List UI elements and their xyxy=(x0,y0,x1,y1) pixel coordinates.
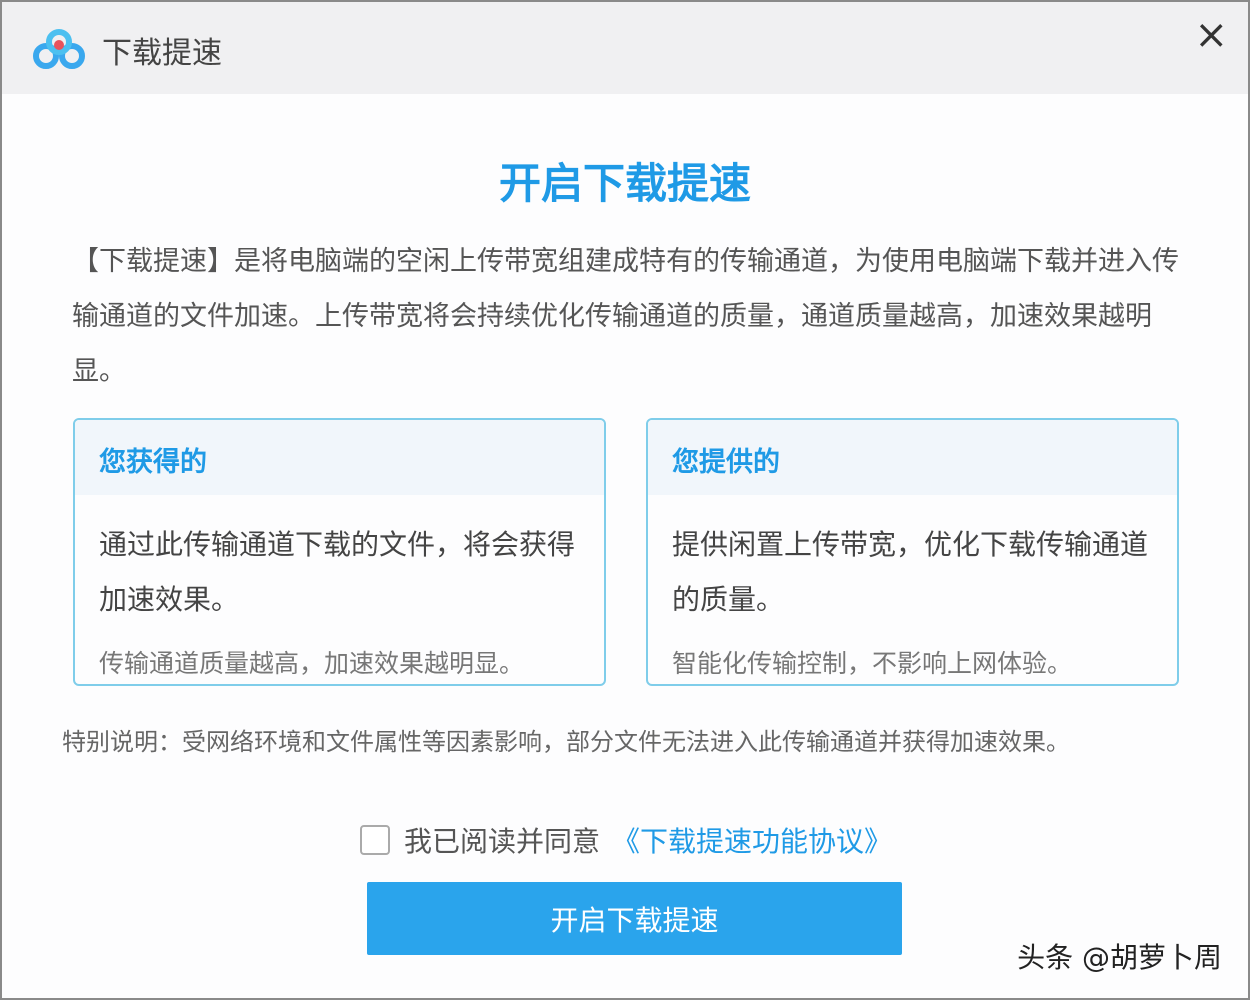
title-bar: 下载提速 × xyxy=(2,2,1248,94)
card-title: 您提供的 xyxy=(648,420,1177,495)
window-title: 下载提速 xyxy=(102,28,222,72)
card-you-get: 您获得的 通过此传输通道下载的文件，将会获得加速效果。 传输通道质量越高，加速效… xyxy=(73,418,606,686)
watermark: 头条 @胡萝卜周 xyxy=(1017,936,1222,976)
card-body: 提供闲置上传带宽，优化下载传输通道的质量。 xyxy=(648,495,1177,627)
baidu-netdisk-logo-icon xyxy=(32,28,86,70)
special-note: 特别说明：受网络环境和文件属性等因素影响，部分文件无法进入此传输通道并获得加速效… xyxy=(62,722,1070,757)
card-body: 通过此传输通道下载的文件，将会获得加速效果。 xyxy=(75,495,604,627)
agreement-link[interactable]: 《下载提速功能协议》 xyxy=(612,820,892,860)
card-you-provide: 您提供的 提供闲置上传带宽，优化下载传输通道的质量。 智能化传输控制，不影响上网… xyxy=(646,418,1179,686)
agreement-row: 我已阅读并同意 《下载提速功能协议》 xyxy=(360,820,892,860)
page-title: 开启下载提速 xyxy=(2,150,1248,211)
description-text: 【下载提速】是将电脑端的空闲上传带宽组建成特有的传输通道，为使用电脑端下载并进入… xyxy=(72,234,1187,399)
card-footnote: 智能化传输控制，不影响上网体验。 xyxy=(672,644,1072,680)
agree-checkbox[interactable] xyxy=(360,825,390,855)
card-footnote: 传输通道质量越高，加速效果越明显。 xyxy=(99,644,524,680)
close-icon[interactable]: × xyxy=(1194,12,1228,58)
card-title: 您获得的 xyxy=(75,420,604,495)
dialog-window: 下载提速 × 开启下载提速 【下载提速】是将电脑端的空闲上传带宽组建成特有的传输… xyxy=(0,0,1250,1000)
agree-label: 我已阅读并同意 xyxy=(404,820,600,860)
enable-speedup-button[interactable]: 开启下载提速 xyxy=(367,882,902,955)
